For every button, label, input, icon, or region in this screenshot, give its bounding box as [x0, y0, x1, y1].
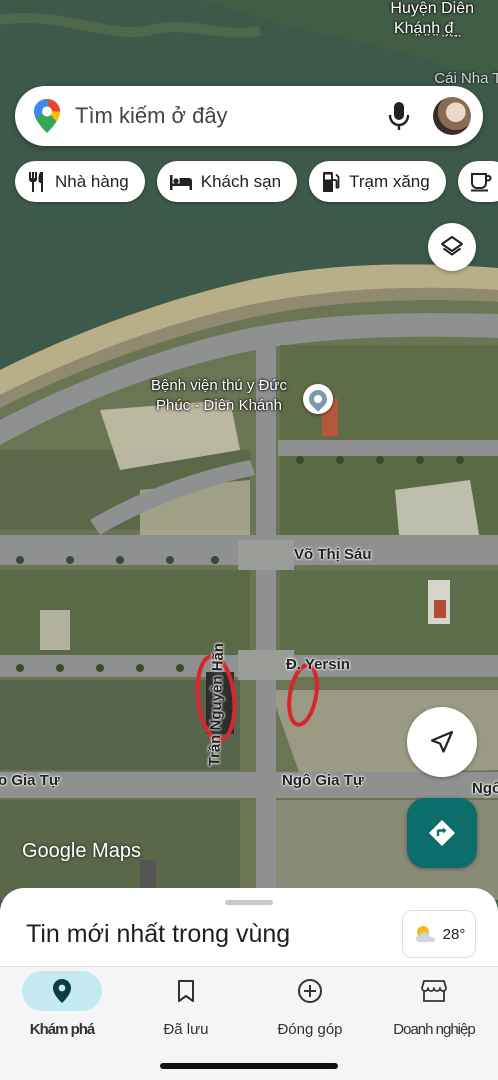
- chip-label: Trạm xăng: [349, 171, 430, 191]
- restaurant-icon: [29, 171, 43, 192]
- road-label-vo-thi-sau: Võ Thị Sáu: [294, 546, 372, 563]
- nav-contribute-pill: [270, 971, 350, 1011]
- nav-saved[interactable]: Đã lưu: [131, 971, 241, 1038]
- road-label-ngo-gia-tu-far: Ngô: [472, 780, 498, 797]
- storefront-icon: [421, 980, 447, 1002]
- chip-coffee[interactable]: [457, 161, 498, 202]
- road-label-ngo-gia-tu-left: o Gia Tự: [0, 772, 60, 789]
- navigation-arrow-icon: [430, 730, 454, 753]
- road-label-ngo-gia-tu-right: Ngô Gia Tự: [282, 772, 364, 789]
- bookmark-icon: [178, 980, 194, 1002]
- nav-saved-pill: [146, 971, 226, 1011]
- nav-label: Doanh nghiệp: [393, 1021, 475, 1038]
- chip-label: Nhà hàng: [55, 171, 129, 191]
- sheet-drag-handle[interactable]: [225, 900, 273, 905]
- explore-pin-icon: [53, 979, 71, 1003]
- map-layers-button[interactable]: [428, 223, 476, 271]
- poi-label[interactable]: Bệnh viện thú y Đức Phúc - Diên Khánh: [134, 376, 304, 416]
- nav-business[interactable]: Doanh nghiệp: [379, 971, 489, 1038]
- gas-station-icon: [323, 171, 340, 192]
- bottom-sheet[interactable]: Tin mới nhất trong vùng 28°: [0, 888, 498, 968]
- weather-chip[interactable]: 28°: [402, 910, 476, 958]
- chip-restaurants[interactable]: Nhà hàng: [15, 161, 145, 202]
- poi-pin-marker[interactable]: [303, 384, 333, 414]
- chip-gas-stations[interactable]: Trạm xăng: [309, 161, 446, 202]
- road-label-yersin: Đ. Yersin: [286, 656, 350, 673]
- profile-avatar[interactable]: [433, 97, 471, 135]
- map-label-nha-trang: Cái Nha Tr: [434, 70, 498, 87]
- nav-label: Khám phá: [29, 1021, 96, 1038]
- nav-label: Đã lưu: [163, 1021, 209, 1038]
- google-maps-pin-icon: [34, 99, 60, 133]
- coffee-icon: [470, 172, 492, 191]
- nav-contribute[interactable]: Đóng góp: [255, 971, 365, 1038]
- chip-label: Khách sạn: [200, 171, 282, 191]
- nav-business-pill: [394, 971, 474, 1011]
- search-input[interactable]: Tìm kiếm ở đây: [75, 103, 387, 129]
- chip-hotels[interactable]: Khách sạn: [156, 161, 298, 202]
- map-label-region: Huyện Diên: [390, 0, 474, 17]
- nav-explore[interactable]: Khám phá: [7, 971, 117, 1038]
- category-chips: Nhà hàng Khách sạn Trạm xăng: [15, 161, 498, 202]
- nav-explore-pill: [22, 971, 102, 1011]
- directions-button[interactable]: [407, 798, 477, 868]
- search-bar[interactable]: Tìm kiếm ở đây: [15, 86, 483, 146]
- nav-label: Đóng góp: [277, 1021, 343, 1038]
- add-circle-icon: [298, 979, 322, 1003]
- home-indicator[interactable]: [160, 1063, 338, 1069]
- directions-icon: [429, 820, 455, 846]
- layers-icon: [441, 236, 463, 256]
- microphone-icon[interactable]: [387, 101, 411, 131]
- hotel-icon: [169, 174, 192, 190]
- sheet-title: Tin mới nhất trong vùng: [26, 920, 291, 948]
- map-label-region-second: Khá̤n̤h̤ ̤đ̤̤ ̤: [393, 20, 458, 37]
- poi-name-text: Bệnh viện thú y Đức Phúc - Diên Khánh: [151, 377, 287, 414]
- map-pin-icon: [305, 386, 331, 412]
- partly-cloudy-icon: [415, 926, 435, 942]
- weather-temperature: 28°: [442, 925, 466, 943]
- google-maps-logo: Google Maps: [22, 840, 141, 862]
- my-location-button[interactable]: [407, 707, 477, 777]
